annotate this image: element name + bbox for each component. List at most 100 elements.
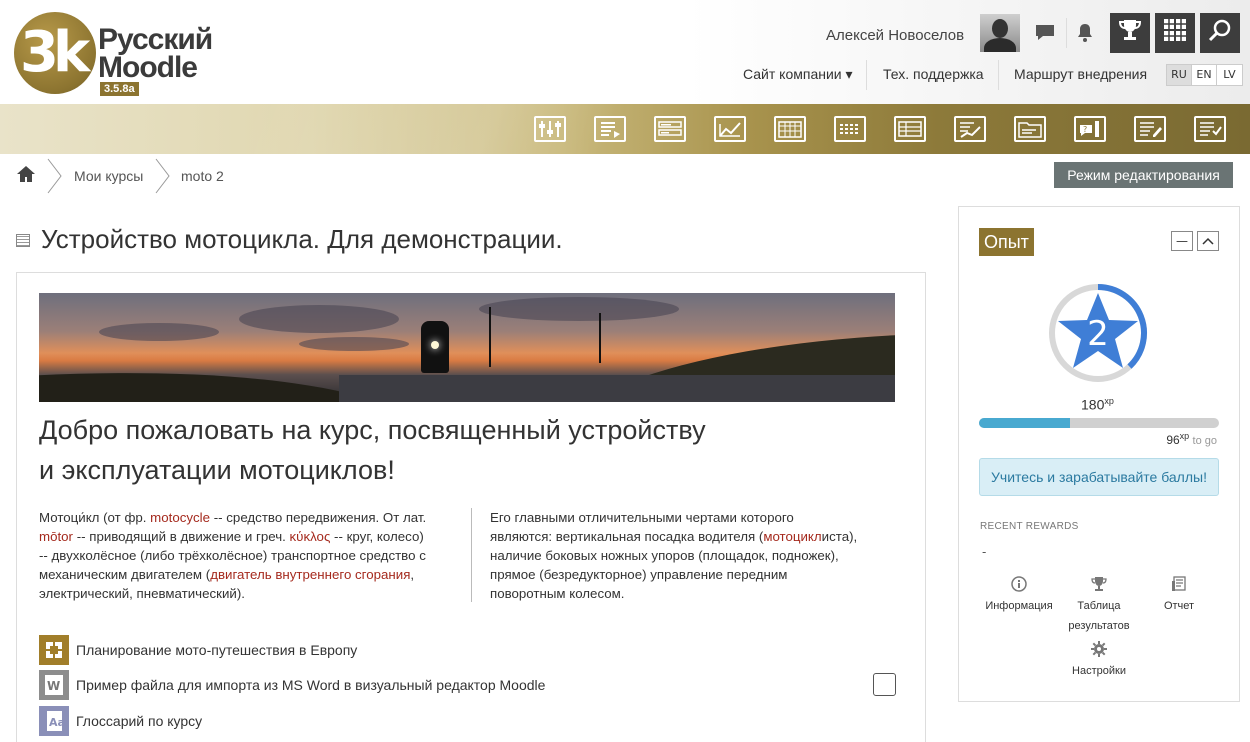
lang-en[interactable]: EN (1192, 65, 1217, 85)
activity-item[interactable]: Aa Глоссарий по курсу (39, 706, 202, 736)
report-icon (1139, 576, 1219, 596)
to-go-unit: xp (1179, 431, 1190, 441)
breadcrumb-my-courses[interactable]: Мои курсы (74, 168, 143, 184)
edit-icon[interactable] (1134, 116, 1166, 142)
chevron-up-icon (1202, 234, 1214, 248)
collapse-button[interactable]: — (1171, 231, 1193, 251)
description-left: Мотоци́кл (от фр. motocycle -- средство … (39, 508, 464, 603)
hero-road (339, 375, 895, 402)
table-icon[interactable] (894, 116, 926, 142)
link-engine[interactable]: двигатель внутреннего сгорания (210, 567, 410, 582)
chart-icon[interactable] (954, 116, 986, 142)
nav-support[interactable]: Тех. поддержка (883, 66, 984, 82)
settings-icon[interactable] (534, 116, 566, 142)
analytics-icon[interactable] (714, 116, 746, 142)
hero-cloud (299, 337, 409, 351)
welcome-line: и эксплуатации мотоциклов! (39, 455, 395, 485)
hero-cloud (479, 297, 679, 321)
search-button[interactable] (1200, 13, 1240, 53)
header-divider (1066, 18, 1067, 48)
xp-link-report[interactable]: Отчет (1139, 576, 1219, 616)
version-badge: 3.5.8a (100, 82, 139, 96)
text: Мотоци́кл (от фр. (39, 510, 151, 525)
link-kyklos[interactable]: κύκλος (290, 529, 331, 544)
xp-link-settings[interactable]: Настройки (1059, 641, 1139, 681)
minus-icon: — (1176, 234, 1188, 248)
trophy-icon (1059, 576, 1139, 596)
question-icon[interactable]: ? (1074, 116, 1106, 142)
link-motor[interactable]: mōtor (39, 529, 73, 544)
text: поворотным колесом. (490, 586, 625, 601)
svg-text:W: W (47, 679, 60, 693)
folder-icon[interactable] (1014, 116, 1046, 142)
text: , (410, 567, 415, 582)
activity-item[interactable]: Планирование мото-путешествия в Европу (39, 635, 357, 665)
home-icon[interactable] (16, 165, 36, 187)
avatar[interactable] (980, 14, 1020, 52)
nav-divider (998, 60, 999, 90)
site-logo[interactable]: 3k Русский Moodle 3.5.8a (14, 12, 224, 96)
trophy-button[interactable] (1110, 13, 1150, 53)
level-number: 2 (1087, 314, 1109, 354)
description-right: Его главными отличительными чертами кото… (490, 508, 900, 603)
xp-progress-bar (979, 418, 1219, 428)
text: -- средство передвижения. От лат. (210, 510, 427, 525)
completion-checkbox[interactable] (873, 673, 896, 696)
column-divider (471, 508, 472, 602)
breadcrumb-separator (155, 158, 170, 194)
user-name[interactable]: Алексей Новоселов (826, 27, 964, 44)
bell-icon[interactable] (1074, 22, 1096, 44)
search-icon (1208, 18, 1232, 48)
to-go-text: to go (1192, 435, 1217, 447)
welcome-heading: Добро пожаловать на курс, посвященный ус… (39, 410, 759, 490)
activity-label[interactable]: Пример файла для импорта из MS Word в ви… (76, 677, 545, 693)
xp-to-go: 96xp to go (1166, 431, 1217, 447)
xp-link-leaderboard[interactable]: Таблица результатов (1059, 576, 1139, 636)
course-icon (16, 234, 30, 247)
text: электрический, пневматический). (39, 586, 245, 601)
form-icon[interactable] (654, 116, 686, 142)
move-up-button[interactable] (1197, 231, 1219, 251)
text: наличие боковых ножных упоров (площадок,… (490, 548, 839, 563)
nav-roadmap[interactable]: Маршрут внедрения (1014, 66, 1147, 82)
breadcrumb-current-course[interactable]: moto 2 (181, 168, 224, 184)
nav-divider (866, 60, 867, 90)
language-switcher: RU EN LV (1166, 64, 1243, 86)
header: 3k Русский Moodle 3.5.8a Алексей Новосел… (0, 0, 1250, 104)
message-icon[interactable] (1034, 22, 1056, 44)
text: прямое (безредукторное) управление перед… (490, 567, 788, 582)
welcome-line: Добро пожаловать на курс, посвященный ус… (39, 415, 706, 445)
logo-line1: Русский (98, 23, 213, 56)
xp-link-label: Таблица (1077, 600, 1121, 612)
xp-link-info[interactable]: Информация (979, 576, 1059, 616)
grid-menu-button[interactable] (1155, 13, 1195, 53)
logo-line2: Moodle (98, 51, 198, 84)
lang-ru[interactable]: RU (1167, 65, 1192, 85)
text: -- двухколёсное (либо трёхколёсное) тран… (39, 548, 426, 563)
calendar-icon[interactable] (774, 116, 806, 142)
activity-label[interactable]: Глоссарий по курсу (76, 713, 202, 729)
checklist-icon[interactable] (1194, 116, 1226, 142)
svg-text:Aa: Aa (49, 716, 65, 729)
nav-company-site[interactable]: Сайт компании ▾ (743, 66, 853, 83)
recent-rewards-value: - (982, 545, 987, 559)
rating-icon[interactable] (834, 116, 866, 142)
link-motocycle[interactable]: motocycle (150, 510, 210, 525)
level-badge: 2 (1049, 284, 1147, 382)
gear-icon (1059, 641, 1139, 661)
hero-cloud (239, 305, 399, 333)
text: Его главными отличительными чертами кото… (490, 510, 794, 525)
word-file-icon: W (39, 670, 69, 700)
text: -- круг, колесо) (330, 529, 424, 544)
xp-link-label: Настройки (1072, 665, 1126, 677)
link-motorcycle[interactable]: мотоцикл (763, 529, 821, 544)
hero-pole (599, 313, 601, 363)
activity-label[interactable]: Планирование мото-путешествия в Европу (76, 642, 357, 658)
info-icon (979, 576, 1059, 596)
xp-info-box: Учитесь и зарабатывайте баллы! (979, 458, 1219, 496)
svg-text:?: ? (1083, 125, 1087, 134)
activity-item[interactable]: W Пример файла для импорта из MS Word в … (39, 670, 545, 700)
edit-mode-button[interactable]: Режим редактирования (1054, 162, 1233, 188)
report-icon[interactable] (594, 116, 626, 142)
lang-lv[interactable]: LV (1217, 65, 1242, 85)
